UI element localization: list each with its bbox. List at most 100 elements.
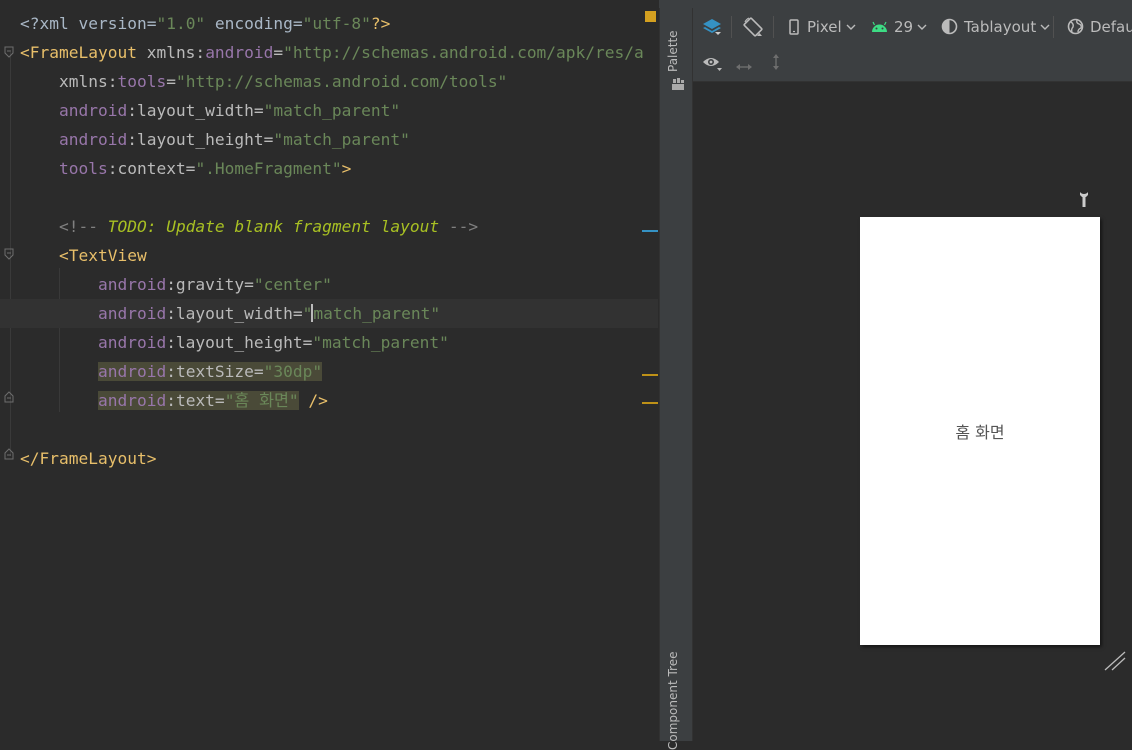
component-tree-tab[interactable]: Component Tree xyxy=(666,650,680,750)
code-token: "http://schemas.android.com/apk/res/a xyxy=(283,43,644,62)
preview-textview[interactable]: 홈 화면 xyxy=(860,217,1100,645)
code-token: android xyxy=(20,333,167,352)
code-token: "match_parent" xyxy=(312,333,449,352)
code-token: match_parent" xyxy=(313,304,441,323)
code-token: --> xyxy=(439,217,479,236)
fold-close-icon[interactable] xyxy=(4,391,14,403)
fold-open-icon[interactable] xyxy=(4,248,14,260)
code-token: :layout_height= xyxy=(166,333,313,352)
code-token: > xyxy=(341,159,352,178)
code-token: "http://schemas.android.com/tools" xyxy=(175,72,508,91)
toolbar-top-border xyxy=(659,0,1132,8)
horizontal-resize-icon[interactable] xyxy=(735,57,753,76)
orientation-icon[interactable] xyxy=(742,8,764,45)
code-token: android xyxy=(20,304,167,323)
code-token: = xyxy=(166,72,176,91)
fold-open-icon[interactable] xyxy=(4,46,14,58)
fold-close-icon[interactable] xyxy=(4,448,14,460)
eye-icon[interactable] xyxy=(702,54,724,76)
inspection-warning-marker[interactable] xyxy=(645,11,656,22)
wrench-icon[interactable] xyxy=(1077,190,1091,212)
design-toolbar: Pixel 29 Tablayout Default xyxy=(693,8,1132,46)
code-token: :text= xyxy=(166,391,225,410)
device-selector[interactable]: Pixel xyxy=(789,8,856,45)
code-token: tools xyxy=(20,159,108,178)
code-token: android xyxy=(97,391,167,410)
chevron-down-icon xyxy=(1040,24,1050,30)
api-level-selector[interactable]: 29 xyxy=(871,8,927,45)
code-line[interactable]: xmlns:tools="http://schemas.android.com/… xyxy=(0,67,658,96)
chevron-down-icon xyxy=(846,24,856,30)
code-token: xmlns: xyxy=(146,43,206,62)
code-token: :gravity= xyxy=(166,275,254,294)
layers-icon[interactable] xyxy=(701,8,723,45)
locale-label: Default xyxy=(1090,17,1132,36)
code-token: :textSize= xyxy=(166,362,264,381)
code-token: android xyxy=(20,130,128,149)
theme-label: Tablayout xyxy=(964,17,1037,36)
code-token: ".HomeFragment" xyxy=(195,159,342,178)
code-line[interactable] xyxy=(0,415,658,444)
code-line[interactable] xyxy=(0,183,658,212)
palette-tab[interactable]: Palette xyxy=(666,24,680,72)
phone-icon xyxy=(789,18,799,35)
code-line[interactable]: <!-- TODO: Update blank fragment layout … xyxy=(0,212,658,241)
code-line[interactable]: <?xml version="1.0" encoding="utf-8"?> xyxy=(0,9,658,38)
scrollbar-marker-warning[interactable] xyxy=(642,374,658,376)
toolbar-separator xyxy=(773,16,774,38)
code-token: ?> xyxy=(370,14,391,33)
locale-selector[interactable]: Default xyxy=(1067,8,1132,45)
code-line[interactable]: android:layout_width="match_parent" xyxy=(0,299,658,328)
code-editor[interactable]: <?xml version="1.0" encoding="utf-8"?> <F… xyxy=(0,0,658,741)
code-line[interactable]: <FrameLayout xmlns:android="http://schem… xyxy=(0,38,658,67)
resize-handle-icon[interactable] xyxy=(1103,650,1127,676)
code-token: <TextView xyxy=(20,246,147,265)
code-token: android xyxy=(20,275,167,294)
code-line[interactable]: android:layout_width="match_parent" xyxy=(0,96,658,125)
device-preview[interactable]: 홈 화면 xyxy=(860,217,1100,645)
code-token: <? xyxy=(20,14,40,33)
code-token: </FrameLayout> xyxy=(20,449,157,468)
scrollbar-marker-info[interactable] xyxy=(642,230,658,232)
code-token: encoding= xyxy=(205,14,303,33)
code-token: "1.0" xyxy=(156,14,206,33)
editor-top-border xyxy=(0,0,658,8)
code-token: :layout_width= xyxy=(166,304,303,323)
code-token: = xyxy=(273,43,284,62)
android-icon xyxy=(872,21,887,32)
toolbar-separator xyxy=(731,16,732,38)
code-token: :layout_height= xyxy=(127,130,274,149)
globe-icon xyxy=(1067,18,1084,35)
scrollbar-marker-warning[interactable] xyxy=(642,402,658,404)
theme-icon xyxy=(941,18,958,35)
code-line[interactable]: android:gravity="center" xyxy=(0,270,658,299)
code-token: android xyxy=(205,43,274,62)
chevron-down-icon xyxy=(917,24,927,30)
code-token: xml version= xyxy=(39,14,157,33)
code-token: TODO: Update blank fragment layout xyxy=(107,217,440,236)
code-line[interactable]: android:text="홈 화면" /> xyxy=(0,386,658,415)
code-token: android xyxy=(20,101,128,120)
device-label: Pixel xyxy=(807,17,842,36)
tool-window-strip: Palette Component Tree xyxy=(659,0,693,750)
code-line[interactable]: android:layout_height="match_parent" xyxy=(0,328,658,357)
palette-icon[interactable] xyxy=(671,76,685,95)
code-line[interactable]: tools:context=".HomeFragment"> xyxy=(0,154,658,183)
code-line[interactable]: <TextView xyxy=(0,241,658,270)
code-line[interactable]: android:layout_height="match_parent" xyxy=(0,125,658,154)
code-token: /> xyxy=(298,391,328,410)
code-token: "utf-8" xyxy=(302,14,371,33)
code-line[interactable]: android:textSize="30dp" xyxy=(0,357,658,386)
api-level-label: 29 xyxy=(894,17,914,36)
toolbar-separator xyxy=(1053,16,1054,38)
theme-selector[interactable]: Tablayout xyxy=(941,8,1050,45)
code-token: :layout_width= xyxy=(127,101,264,120)
code-line[interactable]: </FrameLayout> xyxy=(0,444,658,473)
vertical-resize-icon[interactable] xyxy=(771,53,781,75)
code-token: <!-- xyxy=(20,217,108,236)
code-token: "match_parent" xyxy=(273,130,410,149)
code-token: xmlns: xyxy=(20,72,118,91)
design-canvas[interactable]: 홈 화면 xyxy=(693,82,1132,741)
